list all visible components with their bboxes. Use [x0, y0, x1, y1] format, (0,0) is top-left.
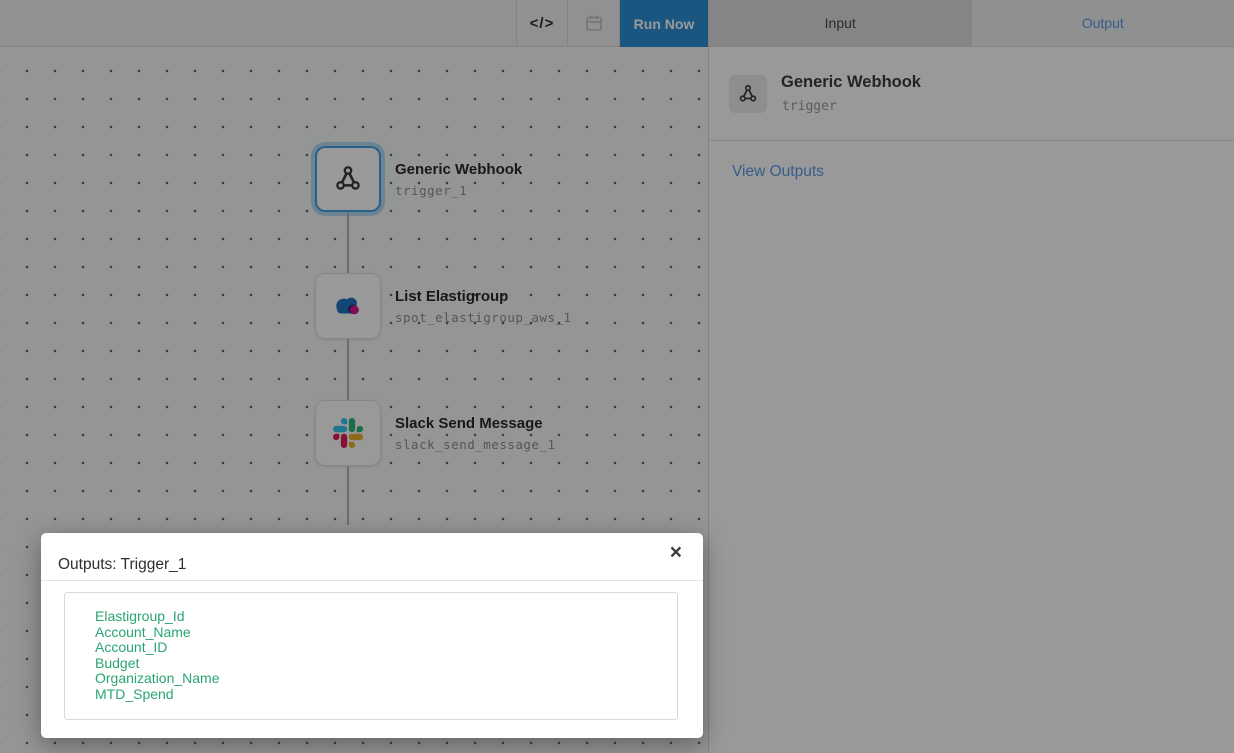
output-item: Budget [95, 656, 677, 672]
outputs-modal: Outputs: Trigger_1 × Elastigroup_Id Acco… [41, 533, 703, 738]
modal-header: Outputs: Trigger_1 × [41, 533, 703, 581]
output-item: MTD_Spend [95, 687, 677, 703]
close-icon[interactable]: × [670, 539, 682, 567]
output-item: Elastigroup_Id [95, 609, 677, 625]
modal-title: Outputs: Trigger_1 [58, 556, 186, 574]
output-item: Account_ID [95, 640, 677, 656]
output-item: Organization_Name [95, 671, 677, 687]
outputs-list-box: Elastigroup_Id Account_Name Account_ID B… [64, 592, 678, 720]
output-item: Account_Name [95, 625, 677, 641]
